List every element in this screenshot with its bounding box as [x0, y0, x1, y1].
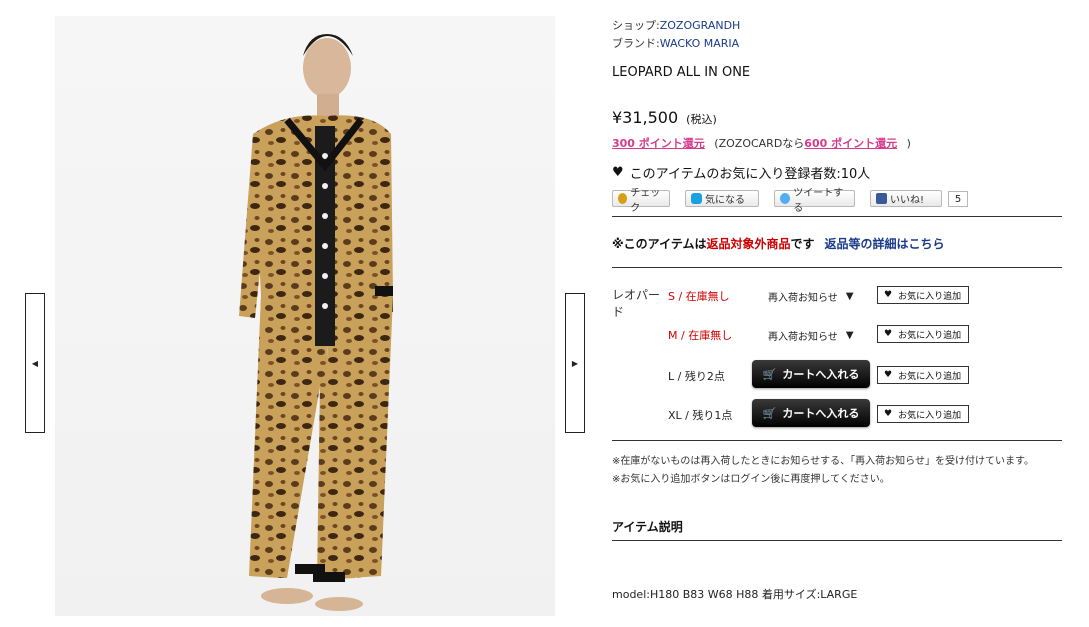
restock-notice-s[interactable]: 再入荷お知らせ ▼: [768, 289, 854, 304]
login-note: ※お気に入り追加ボタンはログイン後に再度押してください。: [612, 474, 890, 485]
color-name: レオパード: [612, 288, 661, 319]
favorite-add-label: お気に入り追加: [898, 410, 962, 421]
description-heading: アイテム説明: [612, 520, 683, 534]
hexagon-icon: [691, 193, 702, 204]
return-prefix: ※このアイテムは: [612, 237, 707, 251]
favorite-count: ♥ このアイテムのお気に入り登録者数:10人: [612, 163, 870, 182]
return-highlight: 返品対象外商品: [706, 237, 791, 251]
divider: [612, 540, 1062, 541]
zozocard-points-link[interactable]: 600 ポイント還元: [804, 137, 897, 150]
product-image: [55, 16, 555, 616]
tweet-button[interactable]: ツイートする: [774, 188, 855, 214]
divider: [612, 440, 1062, 441]
heart-icon: ♥: [884, 290, 893, 300]
shop-line: ショップ:ZOZOGRANDH: [612, 17, 740, 34]
favorite-add-label: お気に入り追加: [898, 330, 962, 341]
favorite-add-button-l[interactable]: ♥ お気に入り追加: [877, 366, 969, 384]
caret-left-icon: ◀: [31, 358, 39, 368]
facebook-like-label: いいね!: [890, 195, 925, 206]
favorite-add-label: お気に入り追加: [898, 291, 962, 302]
tweet-label: ツイートする: [793, 187, 844, 214]
shop-label: ショップ:: [612, 19, 660, 32]
mixi-icon: [618, 193, 628, 204]
cart-label: カートへ入れる: [782, 407, 860, 420]
kininaru-button[interactable]: 気になる: [685, 190, 759, 207]
twitter-bird-icon: [780, 193, 791, 204]
divider: [612, 267, 1062, 268]
facebook-icon: [876, 193, 887, 204]
brand-link[interactable]: WACKO MARIA: [660, 37, 739, 50]
return-details-link[interactable]: 返品等の詳細はこちら: [825, 237, 945, 251]
points-link[interactable]: 300 ポイント還元: [612, 137, 705, 150]
restock-label: 再入荷お知らせ: [768, 332, 838, 343]
size-s-label: S / 在庫無し: [668, 290, 730, 303]
brand-label: ブランド:: [612, 37, 660, 50]
restock-notice-m[interactable]: 再入荷お知らせ ▼: [768, 328, 854, 343]
points-line: 300 ポイント還元 (ZOZOCARDなら600 ポイント還元 ): [612, 135, 911, 151]
return-policy: ※このアイテムは返品対象外商品です 返品等の詳細はこちら: [612, 235, 945, 252]
favorite-add-button-xl[interactable]: ♥ お気に入り追加: [877, 405, 969, 423]
cart-icon: 🛒: [762, 406, 777, 420]
cart-icon: 🛒: [762, 367, 777, 381]
shop-link[interactable]: ZOZOGRANDH: [660, 19, 741, 32]
favorite-count-text: このアイテムのお気に入り登録者数:10人: [629, 167, 871, 182]
like-count: 5: [948, 191, 968, 207]
favorite-add-button-s[interactable]: ♥ お気に入り追加: [877, 286, 969, 304]
favorite-add-label: お気に入り追加: [898, 371, 962, 382]
heart-icon: ♥: [884, 329, 893, 339]
add-to-cart-button-l[interactable]: 🛒 カートへ入れる: [752, 360, 870, 388]
restock-label: 再入荷お知らせ: [768, 293, 838, 304]
tax-note: (税込): [686, 113, 717, 126]
size-l-label: L / 残り2点: [668, 370, 725, 383]
favorite-add-button-m[interactable]: ♥ お気に入り追加: [877, 325, 969, 343]
model-info: model:H180 B83 W68 H88 着用サイズ:LARGE: [612, 588, 858, 601]
mixi-check-label: チェック: [630, 187, 661, 214]
heart-icon: ♥: [884, 409, 893, 419]
triangle-down-icon: ▼: [845, 330, 854, 341]
add-to-cart-button-xl[interactable]: 🛒 カートへ入れる: [752, 399, 870, 427]
mixi-check-button[interactable]: チェック: [612, 188, 670, 214]
product-title: LEOPARD ALL IN ONE: [612, 65, 751, 80]
size-m-label: M / 在庫無し: [668, 329, 733, 342]
zozocard-suffix: ): [906, 137, 911, 150]
restock-note: ※在庫がないものは再入荷したときにお知らせする、「再入荷お知らせ」を受け付けてい…: [612, 456, 1034, 467]
heart-icon: ♥: [612, 165, 624, 180]
return-suffix: です: [790, 237, 815, 251]
zozocard-prefix: (ZOZOCARDなら: [714, 137, 805, 150]
price-value: ¥31,500: [612, 108, 679, 127]
caret-right-icon: ▶: [571, 358, 579, 368]
size-xl-label: XL / 残り1点: [668, 409, 733, 422]
triangle-down-icon: ▼: [845, 291, 854, 302]
previous-image-button[interactable]: ◀: [25, 293, 45, 433]
facebook-like-button[interactable]: いいね!: [870, 190, 942, 207]
kininaru-label: 気になる: [705, 195, 745, 206]
next-image-button[interactable]: ▶: [565, 293, 585, 433]
heart-icon: ♥: [884, 370, 893, 380]
divider: [612, 216, 1062, 217]
brand-line: ブランド:WACKO MARIA: [612, 35, 739, 52]
price: ¥31,500 (税込): [612, 108, 717, 127]
cart-label: カートへ入れる: [782, 368, 860, 381]
